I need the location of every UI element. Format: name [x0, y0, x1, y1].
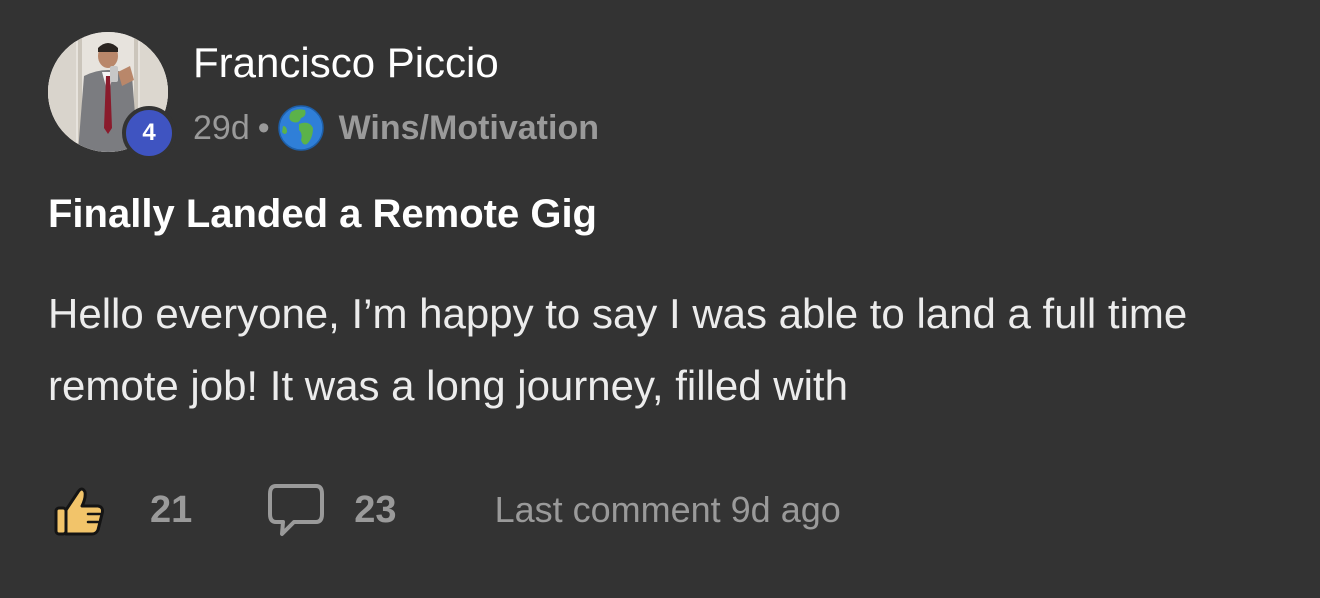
author-name[interactable]: Francisco Piccio: [193, 38, 499, 88]
post-title[interactable]: Finally Landed a Remote Gig: [48, 188, 597, 240]
comment-count: 23: [354, 488, 397, 531]
level-badge: 4: [122, 106, 176, 160]
post-card[interactable]: 4 Francisco Piccio 29d • Wins/Motivation…: [0, 0, 1320, 598]
post-meta: 29d • Wins/Motivation: [193, 105, 599, 151]
post-age: 29d: [193, 108, 250, 147]
globe-icon: [277, 104, 325, 152]
post-actions: 21 23 Last comment 9d ago: [48, 480, 841, 540]
meta-separator: •: [257, 108, 270, 147]
last-comment-time: Last comment 9d ago: [494, 489, 841, 530]
thumbs-up-icon[interactable]: [48, 480, 108, 540]
comment-bubble-icon[interactable]: [266, 482, 326, 538]
post-body[interactable]: Hello everyone, I’m happy to say I was a…: [48, 278, 1278, 422]
author-avatar-wrap[interactable]: 4: [48, 32, 176, 160]
category-link[interactable]: Wins/Motivation: [339, 109, 599, 148]
like-count: 21: [150, 488, 193, 531]
